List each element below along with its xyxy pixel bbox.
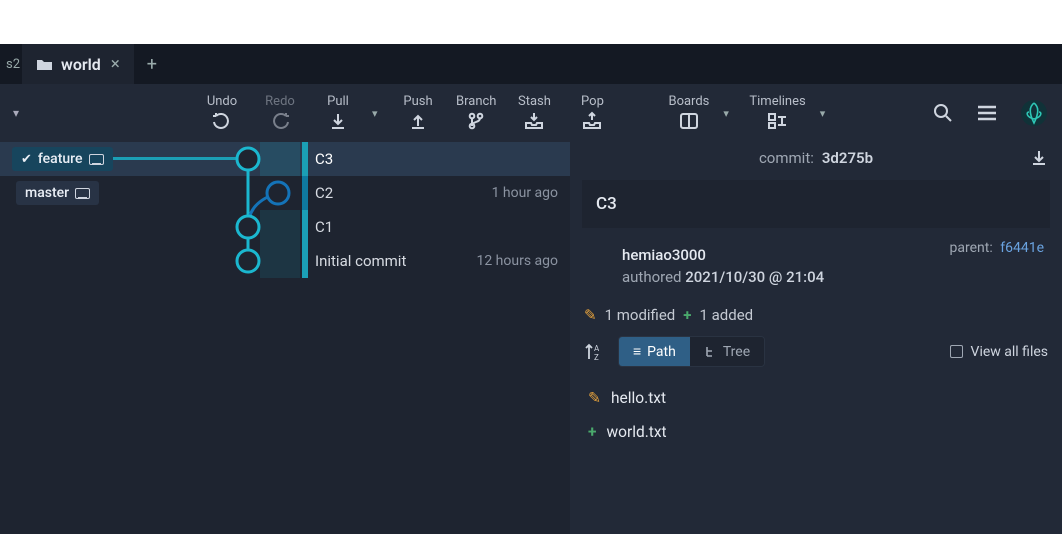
file-row[interactable]: ✎ hello.txt	[574, 381, 1058, 415]
pencil-icon: ✎	[584, 306, 597, 324]
tick	[302, 210, 308, 244]
undo-icon	[211, 110, 233, 132]
download-icon[interactable]	[1030, 149, 1048, 167]
view-mode-segment: ≡ Path Tree	[618, 336, 765, 367]
stash-button[interactable]: Stash	[510, 95, 558, 132]
toolbar: ▾ Undo Redo Pull ▾ Push Branch Stash Pop	[0, 84, 1062, 142]
timelines-dropdown[interactable]: ▾	[820, 107, 832, 120]
tab-strip: s2 world × +	[0, 44, 1062, 84]
push-button[interactable]: Push	[394, 95, 442, 132]
commit-time: 12 hours ago	[476, 253, 558, 269]
list-icon: ≡	[633, 343, 641, 360]
added-count: 1 added	[699, 306, 753, 324]
commit-message: C1	[315, 218, 333, 236]
file-row[interactable]: + world.txt	[574, 415, 1058, 449]
tree-icon	[704, 345, 717, 358]
ref-label-feature[interactable]: ✔ feature	[12, 147, 113, 171]
tab-label: world	[61, 55, 101, 74]
authored-time: 2021/10/30 @ 21:04	[685, 268, 824, 286]
tab-active[interactable]: world ×	[22, 44, 134, 84]
detail-header: commit: 3d275b	[570, 142, 1062, 174]
undo-button[interactable]: Undo	[198, 95, 246, 132]
plus-icon: +	[588, 423, 596, 441]
push-icon	[407, 110, 429, 132]
change-stats: ✎ 1 modified + 1 added	[570, 300, 1062, 334]
branch-button[interactable]: Branch	[452, 95, 500, 132]
pull-button[interactable]: Pull	[314, 95, 362, 132]
commit-row[interactable]: C1	[0, 210, 570, 244]
tick	[302, 244, 308, 278]
svg-text:Z: Z	[594, 353, 599, 362]
commit-message: C2	[315, 184, 333, 202]
view-path-button[interactable]: ≡ Path	[619, 337, 690, 366]
svg-text:A: A	[594, 344, 600, 353]
ref-connector	[112, 157, 240, 160]
ref-name: feature	[38, 151, 83, 167]
commit-message-box[interactable]: C3	[582, 180, 1050, 228]
pencil-icon: ✎	[588, 389, 601, 407]
file-name: hello.txt	[611, 389, 666, 407]
timelines-button[interactable]: Timelines	[745, 95, 809, 132]
app-logo-icon[interactable]	[1020, 99, 1048, 127]
check-icon: ✔	[21, 152, 32, 167]
branch-icon	[465, 110, 487, 132]
ref-name: master	[25, 185, 69, 201]
window-close-icon[interactable]	[1024, 0, 1044, 20]
commit-message: C3	[315, 150, 333, 168]
pull-icon	[327, 110, 349, 132]
boards-icon	[678, 110, 700, 132]
laptop-icon	[89, 154, 104, 165]
tab-add-button[interactable]: +	[134, 54, 170, 75]
commit-hash[interactable]: 3d275b	[822, 149, 873, 167]
commit-message-text: C3	[596, 194, 617, 214]
commit-time: 1 hour ago	[492, 185, 558, 201]
sort-icon[interactable]: AZ	[584, 342, 602, 362]
boards-dropdown[interactable]: ▾	[723, 107, 735, 120]
menu-icon[interactable]	[976, 104, 998, 122]
file-list: ✎ hello.txt + world.txt	[570, 377, 1062, 453]
view-tree-button[interactable]: Tree	[690, 337, 764, 366]
redo-icon	[269, 110, 291, 132]
pop-button[interactable]: Pop	[568, 95, 616, 132]
stash-icon	[523, 110, 545, 132]
commit-message: Initial commit	[315, 252, 406, 270]
commit-detail-pane: commit: 3d275b C3 hemiao3000 authored 20…	[570, 142, 1062, 534]
checkbox-icon[interactable]	[950, 345, 963, 358]
pull-dropdown[interactable]: ▾	[372, 107, 384, 120]
parent-label: parent:	[950, 240, 993, 256]
redo-button[interactable]: Redo	[256, 95, 304, 132]
plus-icon: +	[683, 306, 691, 324]
timelines-icon	[767, 110, 789, 132]
parent-hash[interactable]: f6441e	[1000, 240, 1044, 256]
commit-graph-pane[interactable]: C3 C2 1 hour ago C1 Initial commit 12 ho…	[0, 142, 570, 534]
panel-toggle-caret[interactable]: ▾	[6, 106, 26, 120]
commit-meta: hemiao3000 authored 2021/10/30 @ 21:04 p…	[570, 234, 1062, 300]
view-all-files-toggle[interactable]: View all files	[950, 344, 1048, 360]
window-titlebar	[0, 0, 1062, 44]
modified-count: 1 modified	[605, 306, 676, 324]
folder-icon	[36, 57, 53, 71]
window-min-icon[interactable]	[904, 0, 924, 20]
boards-button[interactable]: Boards	[664, 95, 713, 132]
commit-label: commit:	[759, 149, 814, 167]
commit-row[interactable]: Initial commit 12 hours ago	[0, 244, 570, 278]
tab-prev-stub[interactable]: s2	[0, 57, 22, 72]
ref-label-master[interactable]: master	[16, 181, 99, 205]
tick	[302, 176, 308, 210]
search-icon[interactable]	[932, 102, 954, 124]
file-name: world.txt	[606, 423, 666, 441]
tick	[302, 142, 308, 176]
laptop-icon	[75, 188, 90, 199]
close-icon[interactable]: ×	[111, 54, 120, 74]
window-max-icon[interactable]	[964, 0, 984, 20]
authored-label: authored	[622, 268, 682, 286]
pop-icon	[581, 110, 603, 132]
